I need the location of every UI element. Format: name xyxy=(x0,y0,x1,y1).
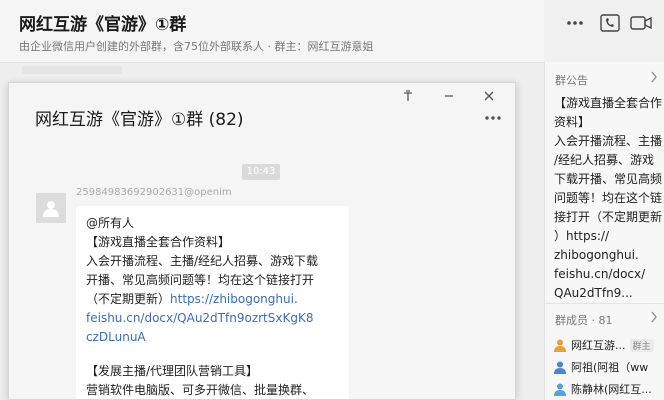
sender-name: 25984983692902631@openim xyxy=(76,187,232,198)
minimize-icon[interactable] xyxy=(442,89,456,103)
message-line: 入会开播流程、主播/经纪人招募、游戏下载 xyxy=(86,254,319,268)
notice-line: 下载开播、常见高频 xyxy=(554,172,663,186)
notice-line: QAu2dTfn9... xyxy=(554,286,633,300)
owner-badge: 群主 xyxy=(629,338,654,352)
member-name: 网红互游... xyxy=(571,339,626,352)
pin-icon[interactable] xyxy=(401,89,415,103)
notice-line: feishu.cn/docx/ xyxy=(554,267,646,281)
divider xyxy=(545,303,664,304)
doc-link[interactable]: feishu.cn/docx/QAu2dTfn9ozrtSxKgK8 xyxy=(86,309,339,328)
message-line: @所有人 xyxy=(86,216,135,230)
member-avatar-icon xyxy=(553,338,567,352)
message-line: 营销软件电脑版、可多开微信、批量换群、 xyxy=(86,383,315,397)
notice-line: ）https:// xyxy=(554,229,610,243)
video-call-icon[interactable] xyxy=(630,12,652,34)
notice-line: 接打开（不定期更新 xyxy=(554,210,663,224)
group-notice-text[interactable]: 【游戏直播全套合作 资料】 入会开播流程、主播 /经纪人招募、游戏 下载开播、常… xyxy=(554,94,662,303)
chevron-right-icon[interactable] xyxy=(650,71,658,86)
message-line: 开播、常见高频问题等！均在这个链接打开 xyxy=(86,273,315,287)
member-avatar-icon xyxy=(553,382,567,396)
member-name: 陈静林(网红互... xyxy=(571,383,652,396)
group-members-title: 群成员 · 81 xyxy=(555,314,613,327)
more-options-icon[interactable] xyxy=(564,12,586,34)
chat-header: 网红互游《官游》①群 由企业微信用户创建的外部群，含75位外部联系人 · 群主：… xyxy=(0,0,544,62)
notice-line: 问题等！均在这个链 xyxy=(554,191,663,205)
chat-subtitle: 由企业微信用户创建的外部群，含75位外部联系人 · 群主：网红互游意姐 xyxy=(19,40,374,53)
popup-title: 网红互游《官游》①群 (82) xyxy=(35,110,244,130)
group-chat-popup-window[interactable]: 网红互游《官游》①群 (82) 10:43 25984983692902631@… xyxy=(8,82,516,400)
notice-line: zhibogonghui. xyxy=(554,248,639,262)
message-bubble[interactable]: @所有人 【游戏直播全套合作资料】 入会开播流程、主播/经纪人招募、游戏下载 开… xyxy=(76,206,349,399)
notice-line: 【游戏直播全套合作 xyxy=(554,96,663,110)
message-line: 【游戏直播全套合作资料】 xyxy=(86,235,231,249)
notice-line: /经纪人招募、游戏 xyxy=(554,153,655,167)
chat-title: 网红互游《官游》①群 xyxy=(19,15,187,35)
background-message-placeholder xyxy=(22,66,122,74)
member-item[interactable]: 阿祖(阿祖（ww xyxy=(553,357,664,377)
member-item[interactable]: 陈静林(网红互... xyxy=(553,379,664,399)
voice-call-icon[interactable] xyxy=(599,12,621,34)
message-text: （不定期更新） xyxy=(86,292,171,306)
group-notice-title: 群公告 xyxy=(555,74,588,87)
notice-line: 入会开播流程、主播 xyxy=(554,134,663,148)
close-icon[interactable] xyxy=(482,89,496,103)
message-line: 【发展主播/代理团队营销工具】 xyxy=(86,364,259,378)
member-name: 阿祖(阿祖（ww xyxy=(571,361,649,374)
chevron-right-icon[interactable] xyxy=(650,311,658,326)
doc-link[interactable]: czDLunuA xyxy=(86,328,339,347)
group-info-sidebar: 群公告 【游戏直播全套合作 资料】 入会开播流程、主播 /经纪人招募、游戏 下载… xyxy=(544,62,664,400)
member-avatar-icon xyxy=(553,360,567,374)
member-item[interactable]: 网红互游... 群主 xyxy=(553,335,664,355)
doc-link[interactable]: https://zhibogonghui. xyxy=(170,292,298,306)
more-options-icon[interactable] xyxy=(483,113,503,123)
notice-line: 资料】 xyxy=(554,115,591,129)
message-timestamp: 10:43 xyxy=(242,164,280,180)
avatar[interactable] xyxy=(36,193,66,223)
